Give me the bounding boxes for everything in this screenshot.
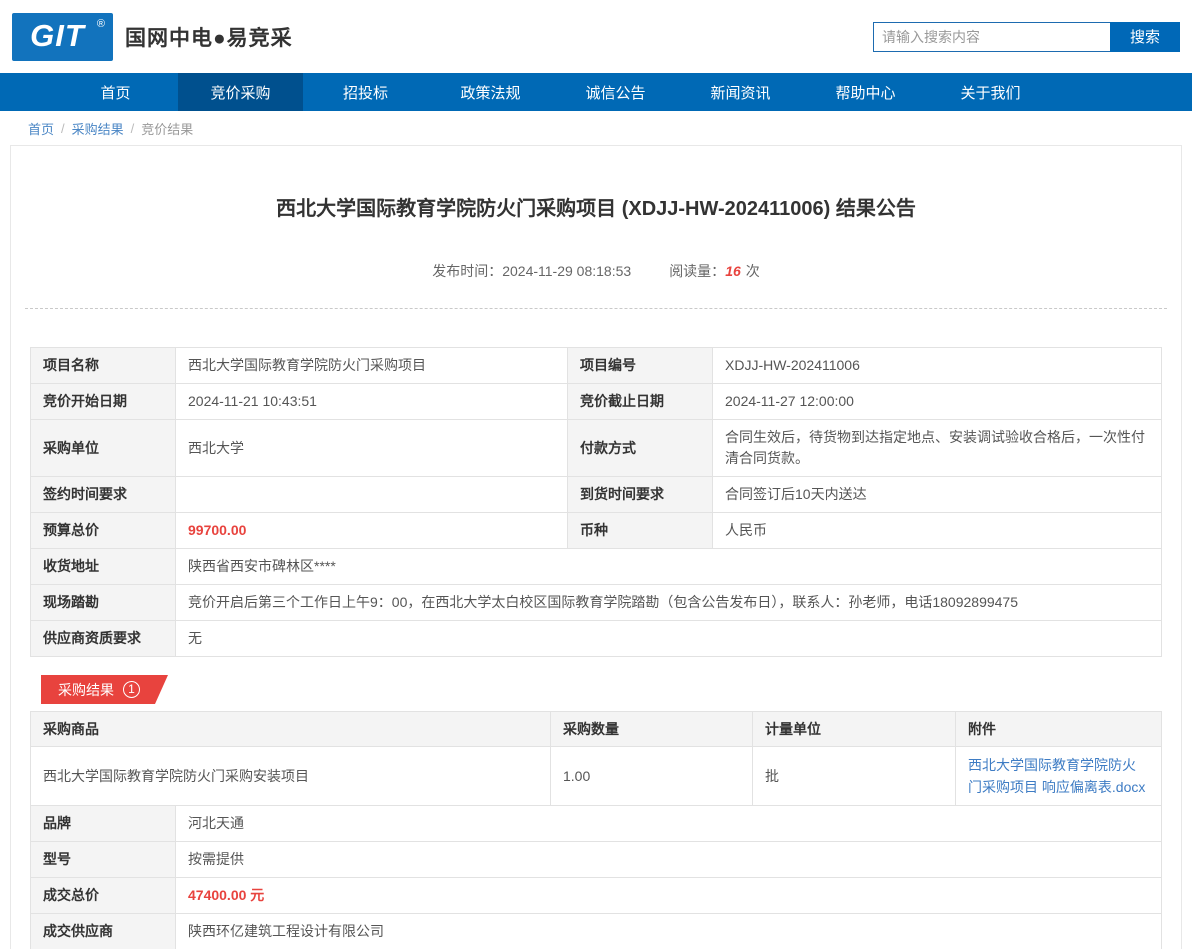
nav-item-policies[interactable]: 政策法规 [428, 73, 553, 111]
info-value: XDJJ-HW-202411006 [713, 348, 1162, 384]
info-label: 供应商资质要求 [31, 621, 176, 657]
nav-item-about-us[interactable]: 关于我们 [928, 73, 1053, 111]
info-label: 竞价截止日期 [568, 384, 713, 420]
budget-total-price: 99700.00 [176, 513, 568, 549]
logo-text: GIT [30, 13, 95, 59]
main-nav: 首页 竞价采购 招投标 政策法规 诚信公告 新闻资讯 帮助中心 关于我们 [0, 73, 1192, 111]
table-row: 收货地址 陕西省西安市碑林区**** [31, 549, 1162, 585]
views-unit: 次 [746, 261, 760, 281]
info-label: 付款方式 [568, 420, 713, 477]
column-header-unit: 计量单位 [753, 712, 956, 747]
detail-label: 成交总价 [31, 878, 176, 914]
table-row: 现场踏勘 竞价开启后第三个工作日上午9：00，在西北大学太白校区国际教育学院踏勘… [31, 585, 1162, 621]
info-value: 2024-11-27 12:00:00 [713, 384, 1162, 420]
winning-supplier: 陕西环亿建筑工程设计有限公司 [176, 914, 1162, 949]
info-value: 人民币 [713, 513, 1162, 549]
table-row: 预算总价 99700.00 币种 人民币 [31, 513, 1162, 549]
views-group: 阅读量： 16 次 [669, 261, 760, 281]
registered-mark-icon: ® [97, 18, 105, 30]
breadcrumb-home[interactable]: 首页 [28, 119, 54, 138]
nav-item-news[interactable]: 新闻资讯 [678, 73, 803, 111]
product-unit: 批 [753, 747, 956, 806]
info-value: 西北大学 [176, 420, 568, 477]
detail-label: 成交供应商 [31, 914, 176, 949]
detail-label: 型号 [31, 842, 176, 878]
table-row: 型号 按需提供 [31, 842, 1162, 878]
table-row: 品牌 河北天通 [31, 806, 1162, 842]
purchase-result-badge-label: 采购结果 [58, 680, 114, 700]
info-label: 竞价开始日期 [31, 384, 176, 420]
table-row: 成交总价 47400.00 元 [31, 878, 1162, 914]
search-area: 搜索 [873, 22, 1180, 52]
breadcrumb-separator: / [131, 121, 135, 136]
info-label: 项目编号 [568, 348, 713, 384]
deal-total-price: 47400.00 元 [176, 878, 1162, 914]
info-label: 项目名称 [31, 348, 176, 384]
nav-item-home[interactable]: 首页 [53, 73, 178, 111]
product-name: 西北大学国际教育学院防火门采购安装项目 [31, 747, 551, 806]
project-info-table: 项目名称 西北大学国际教育学院防火门采购项目 项目编号 XDJJ-HW-2024… [30, 347, 1162, 657]
table-row: 成交供应商 陕西环亿建筑工程设计有限公司 [31, 914, 1162, 949]
publish-time-label: 发布时间： [432, 261, 502, 281]
result-details-table: 品牌 河北天通 型号 按需提供 成交总价 47400.00 元 成交供应商 陕西… [30, 805, 1162, 949]
publish-time-group: 发布时间： 2024-11-29 08:18:53 [432, 261, 631, 281]
search-input[interactable] [873, 22, 1110, 52]
site-logo[interactable]: GIT ® [12, 13, 113, 61]
article-meta: 发布时间： 2024-11-29 08:18:53 阅读量： 16 次 [11, 261, 1181, 281]
column-header-quantity: 采购数量 [551, 712, 753, 747]
views-count: 16 [725, 263, 741, 279]
nav-item-tender[interactable]: 招投标 [303, 73, 428, 111]
result-count-badge: 1 [123, 681, 140, 698]
nav-item-help-center[interactable]: 帮助中心 [803, 73, 928, 111]
model-value: 按需提供 [176, 842, 1162, 878]
info-label: 收货地址 [31, 549, 176, 585]
info-value: 无 [176, 621, 1162, 657]
commodity-table: 采购商品 采购数量 计量单位 附件 西北大学国际教育学院防火门采购安装项目 1.… [30, 711, 1162, 806]
nav-item-integrity-notice[interactable]: 诚信公告 [553, 73, 678, 111]
breadcrumb-separator: / [61, 121, 65, 136]
info-label: 采购单位 [31, 420, 176, 477]
page-title: 西北大学国际教育学院防火门采购项目 (XDJJ-HW-202411006) 结果… [11, 146, 1181, 222]
table-row: 西北大学国际教育学院防火门采购安装项目 1.00 批 西北大学国际教育学院防火门… [31, 747, 1162, 806]
detail-label: 品牌 [31, 806, 176, 842]
nav-item-bidding-purchase[interactable]: 竞价采购 [178, 73, 303, 111]
dashed-divider [25, 308, 1167, 309]
views-label: 阅读量： [669, 261, 725, 281]
attachment-link[interactable]: 西北大学国际教育学院防火门采购项目 响应偏离表.docx [968, 757, 1145, 795]
info-label: 现场踏勘 [31, 585, 176, 621]
info-value: 竞价开启后第三个工作日上午9：00，在西北大学太白校区国际教育学院踏勘（包含公告… [176, 585, 1162, 621]
search-button[interactable]: 搜索 [1110, 22, 1180, 52]
site-header: GIT ® 国网中电●易竞采 搜索 [0, 0, 1192, 73]
breadcrumb-purchase-results[interactable]: 采购结果 [72, 119, 124, 138]
info-label: 币种 [568, 513, 713, 549]
info-value: 2024-11-21 10:43:51 [176, 384, 568, 420]
table-row: 签约时间要求 到货时间要求 合同签订后10天内送达 [31, 477, 1162, 513]
content-card: 西北大学国际教育学院防火门采购项目 (XDJJ-HW-202411006) 结果… [10, 145, 1182, 949]
purchase-result-badge: 采购结果 1 [41, 675, 168, 704]
info-value: 合同生效后，待货物到达指定地点、安装调试验收合格后，一次性付清合同货款。 [713, 420, 1162, 477]
info-value [176, 477, 568, 513]
site-name: 国网中电●易竞采 [125, 22, 293, 52]
info-label: 预算总价 [31, 513, 176, 549]
table-row: 采购单位 西北大学 付款方式 合同生效后，待货物到达指定地点、安装调试验收合格后… [31, 420, 1162, 477]
info-value: 陕西省西安市碑林区**** [176, 549, 1162, 585]
table-row: 项目名称 西北大学国际教育学院防火门采购项目 项目编号 XDJJ-HW-2024… [31, 348, 1162, 384]
info-value: 西北大学国际教育学院防火门采购项目 [176, 348, 568, 384]
brand-value: 河北天通 [176, 806, 1162, 842]
product-quantity: 1.00 [551, 747, 753, 806]
column-header-attachment: 附件 [956, 712, 1162, 747]
table-row: 竞价开始日期 2024-11-21 10:43:51 竞价截止日期 2024-1… [31, 384, 1162, 420]
publish-time-value: 2024-11-29 08:18:53 [502, 263, 631, 279]
column-header-product: 采购商品 [31, 712, 551, 747]
table-header-row: 采购商品 采购数量 计量单位 附件 [31, 712, 1162, 747]
info-value: 合同签订后10天内送达 [713, 477, 1162, 513]
attachment-cell: 西北大学国际教育学院防火门采购项目 响应偏离表.docx [956, 747, 1162, 806]
info-label: 签约时间要求 [31, 477, 176, 513]
info-label: 到货时间要求 [568, 477, 713, 513]
table-row: 供应商资质要求 无 [31, 621, 1162, 657]
breadcrumb: 首页 / 采购结果 / 竞价结果 [0, 111, 1192, 145]
breadcrumb-current: 竞价结果 [141, 119, 193, 138]
